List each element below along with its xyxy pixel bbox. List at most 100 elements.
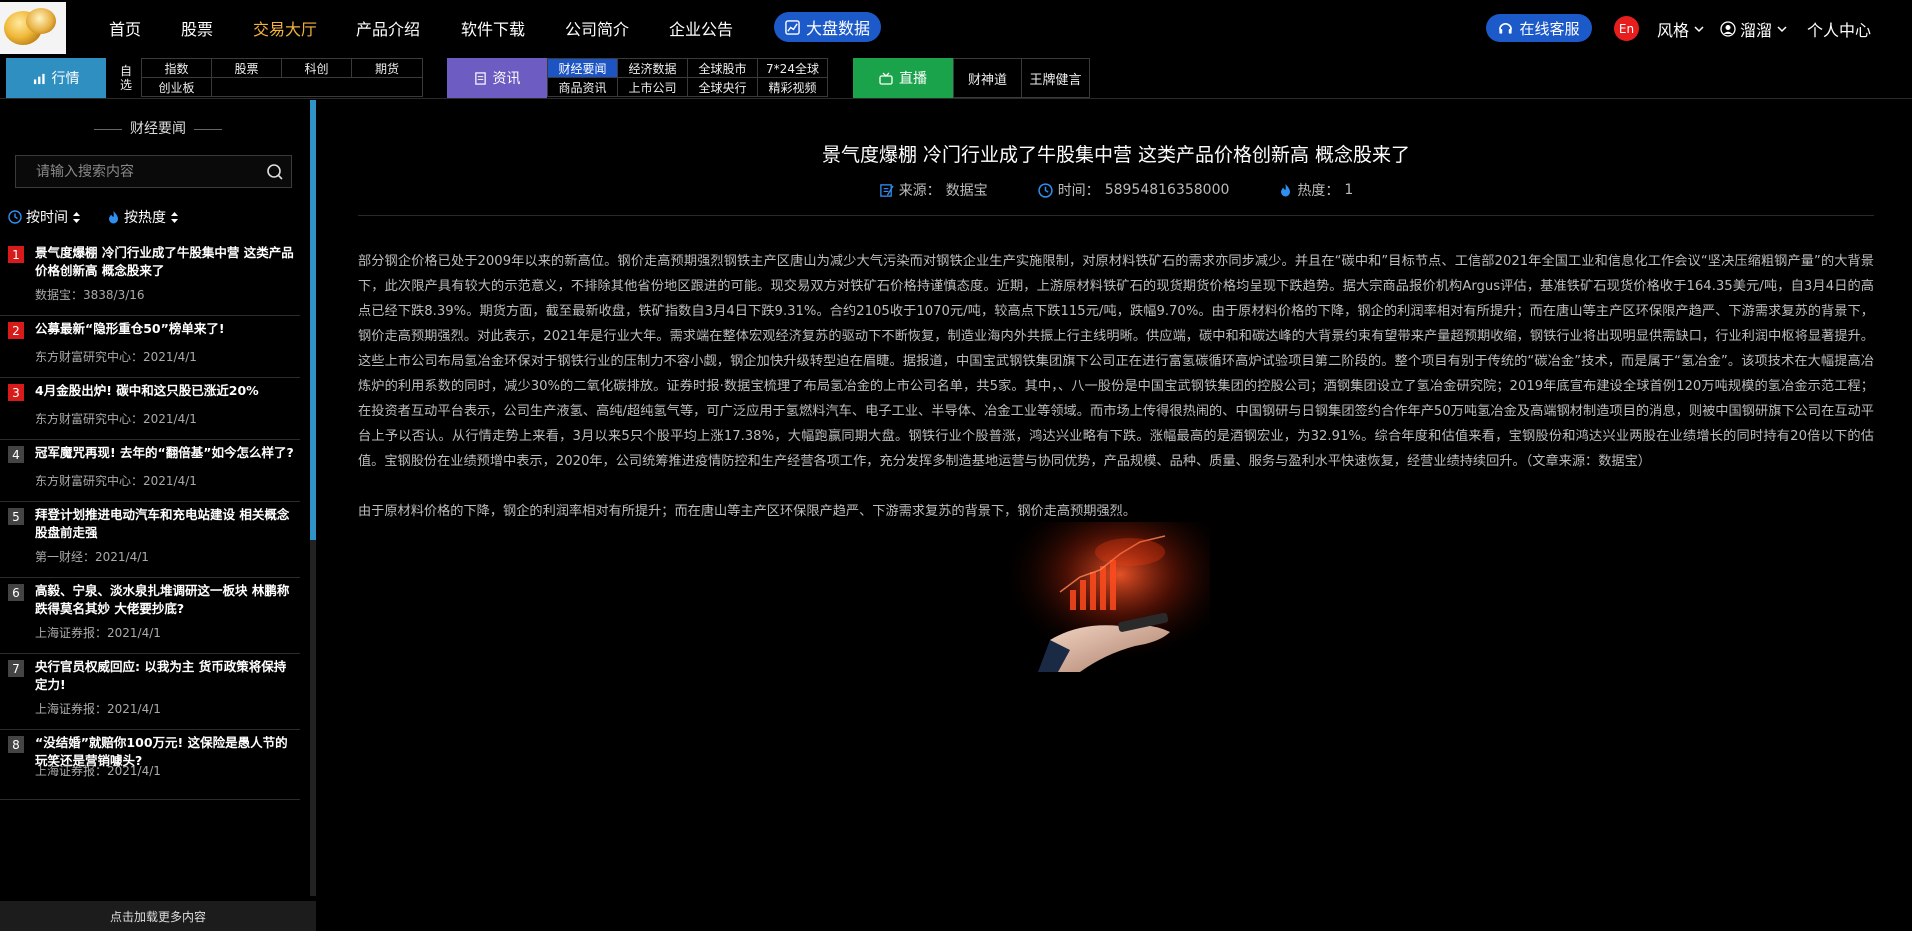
news-title[interactable]: 4月金股出炉! 碳中和这只股已涨近20% xyxy=(35,382,297,400)
bigdata-label: 大盘数据 xyxy=(805,19,870,38)
nav-announcements[interactable]: 企业公告 xyxy=(669,16,733,40)
article-source: 来源： 数据宝 xyxy=(879,180,988,200)
logo[interactable] xyxy=(0,2,66,54)
subnav-index[interactable]: 指数 xyxy=(141,58,212,78)
nav-download[interactable]: 软件下载 xyxy=(461,16,525,40)
online-service-button[interactable]: 在线客服 xyxy=(1486,14,1592,42)
subnav-stock[interactable]: 股票 xyxy=(211,58,282,78)
style-dropdown[interactable]: 风格 xyxy=(1657,17,1705,41)
rank-badge: 5 xyxy=(8,508,24,525)
subnav-kechuang[interactable]: 科创 xyxy=(281,58,352,78)
news-item[interactable]: 8 “没结婚”就赔你100万元! 这保险是愚人节的玩笑还是营销噱头? 上海证券报：2… xyxy=(0,730,300,800)
sort-icon xyxy=(171,211,178,223)
news-title[interactable]: 公募最新“隐形重仓50”榜单来了! xyxy=(35,320,297,338)
rank-badge: 1 xyxy=(8,246,24,263)
zixuan-char: 选 xyxy=(119,78,132,92)
live-icon xyxy=(879,72,893,85)
news-meta: 上海证券报：2021/4/1 xyxy=(35,626,161,640)
sort-icon xyxy=(73,211,80,223)
subnav-global-stocks[interactable]: 全球股市 xyxy=(687,58,758,78)
rank-badge: 7 xyxy=(8,660,24,677)
subnav-finance-news[interactable]: 财经要闻 xyxy=(547,58,618,78)
subnav-empty-cell xyxy=(211,77,423,97)
sidebar-title-text: 财经要闻 xyxy=(130,121,186,137)
nav-trading-hall[interactable]: 交易大厅 xyxy=(253,16,317,40)
rank-badge: 6 xyxy=(8,584,24,601)
rank-badge: 3 xyxy=(8,384,24,401)
subnav-commodity-news[interactable]: 商品资讯 xyxy=(547,77,618,97)
nav-company[interactable]: 公司简介 xyxy=(565,16,629,40)
news-meta: 上海证券报：2021/4/1 xyxy=(35,764,161,778)
style-label: 风格 xyxy=(1657,21,1690,40)
article-image xyxy=(1010,522,1210,672)
subnav-videos[interactable]: 精彩视频 xyxy=(757,77,828,97)
live-label: 直播 xyxy=(899,71,927,87)
search-input[interactable] xyxy=(16,156,261,187)
chart-line-icon xyxy=(785,19,800,35)
news-title[interactable]: 央行官员权威回应: 以我为主 货币政策将保持定力! xyxy=(35,658,297,694)
nav-home[interactable]: 首页 xyxy=(109,16,141,40)
bar-chart-icon xyxy=(33,73,45,84)
news-item[interactable]: 1 景气度爆棚 冷门行业成了牛股集中营 这类产品价格创新高 概念股来了数据宝：38… xyxy=(0,240,300,316)
news-title[interactable]: 冠军魔咒再现! 去年的“翻倍基”如今怎么样了? xyxy=(35,444,297,462)
sort-time-label: 按时间 xyxy=(26,210,68,226)
news-item[interactable]: 6 高毅、宁泉、淡水泉扎堆调研这一板块 林鹏称跌得莫名其妙 大佬要抄底? 上海证券报… xyxy=(0,578,300,654)
news-item[interactable]: 2 公募最新“隐形重仓50”榜单来了! 东方财富研究中心：2021/4/1 xyxy=(0,316,300,378)
news-meta: 东方财富研究中心：2021/4/1 xyxy=(35,350,197,364)
user-dropdown[interactable]: 溜溜 xyxy=(1720,17,1788,41)
user-icon xyxy=(1720,21,1736,37)
news-item[interactable]: 3 4月金股出炉! 碳中和这只股已涨近20% 东方财富研究中心：2021/4/1 xyxy=(0,378,300,440)
news-item[interactable]: 4 冠军魔咒再现! 去年的“翻倍基”如今怎么样了? 东方财富研究中心：2021/4/… xyxy=(0,440,300,502)
source-label: 来源： xyxy=(898,183,941,199)
rank-badge: 4 xyxy=(8,446,24,463)
news-title[interactable]: 高毅、宁泉、淡水泉扎堆调研这一板块 林鹏称跌得莫名其妙 大佬要抄底? xyxy=(35,582,297,618)
subnav-econ-data[interactable]: 经济数据 xyxy=(617,58,688,78)
news-meta: 数据宝：3838/3/16 xyxy=(35,288,145,302)
divider xyxy=(194,128,222,130)
zixuan-tab[interactable]: 自选 xyxy=(113,58,139,98)
news-title[interactable]: 景气度爆棚 冷门行业成了牛股集中营 这类产品价格创新高 概念股来了 xyxy=(35,244,297,280)
chevron-down-icon xyxy=(1777,26,1787,33)
language-toggle[interactable]: En xyxy=(1614,16,1639,41)
subnav-central-banks[interactable]: 全球央行 xyxy=(687,77,758,97)
sort-row: 按时间 按热度 xyxy=(8,207,179,227)
load-more-button[interactable]: 点击加载更多内容 xyxy=(0,901,316,931)
sidebar-scrollbar-thumb[interactable] xyxy=(310,100,316,540)
news-sidebar: 财经要闻 按时间 按热度 xyxy=(0,100,316,931)
online-service-label: 在线客服 xyxy=(1519,19,1580,38)
news-title[interactable]: 拜登计划推进电动汽车和充电站建设 相关概念股盘前走强 xyxy=(35,506,297,542)
sort-by-time[interactable]: 按时间 xyxy=(8,207,81,227)
sort-by-hot[interactable]: 按热度 xyxy=(107,207,179,227)
rank-badge: 2 xyxy=(8,322,24,339)
news-item[interactable]: 5 拜登计划推进电动汽车和充电站建设 相关概念股盘前走强 第一财经：2021/4/1 xyxy=(0,502,300,578)
subnav-wangpai[interactable]: 王牌健言 xyxy=(1021,58,1090,98)
article-hot: 热度： 1 xyxy=(1279,180,1353,200)
sub-nav: 行情 自选 指数 股票 科创 期货 创业板 资讯 财经要闻 经济数据 全球股市 … xyxy=(0,57,1912,99)
chevron-down-icon xyxy=(1694,26,1704,33)
subnav-caishendao[interactable]: 财神道 xyxy=(953,58,1022,98)
news-item[interactable]: 7 央行官员权威回应: 以我为主 货币政策将保持定力! 上海证券报：2021/4/1 xyxy=(0,654,300,730)
news-meta: 上海证券报：2021/4/1 xyxy=(35,702,161,716)
subnav-global-247[interactable]: 7*24全球 xyxy=(757,58,828,78)
nav-stocks[interactable]: 股票 xyxy=(181,16,213,40)
search-box xyxy=(15,155,292,188)
article-title: 景气度爆棚 冷门行业成了牛股集中营 这类产品价格创新高 概念股来了 xyxy=(821,144,1411,166)
clock-icon xyxy=(1038,182,1053,198)
live-tab[interactable]: 直播 xyxy=(853,58,953,98)
info-tab[interactable]: 资讯 xyxy=(447,58,547,98)
news-list: 1 景气度爆棚 冷门行业成了牛股集中营 这类产品价格创新高 概念股来了数据宝：38… xyxy=(0,240,300,800)
article-meta: 来源： 数据宝 时间： 58954816358000 热度： 1 xyxy=(358,180,1874,200)
search-icon[interactable] xyxy=(266,163,284,181)
subnav-futures[interactable]: 期货 xyxy=(351,58,423,78)
market-label: 行情 xyxy=(51,71,80,87)
headset-icon xyxy=(1499,22,1513,34)
personal-center-link[interactable]: 个人中心 xyxy=(1807,17,1871,41)
fire-icon xyxy=(1281,184,1291,197)
subnav-chinext[interactable]: 创业板 xyxy=(141,77,212,97)
time-label: 时间： xyxy=(1057,183,1100,199)
subnav-listed-companies[interactable]: 上市公司 xyxy=(617,77,688,97)
market-tab[interactable]: 行情 xyxy=(6,58,106,98)
nav-products[interactable]: 产品介绍 xyxy=(356,16,420,40)
bigdata-button[interactable]: 大盘数据 xyxy=(774,12,881,42)
news-meta: 东方财富研究中心：2021/4/1 xyxy=(35,474,197,488)
